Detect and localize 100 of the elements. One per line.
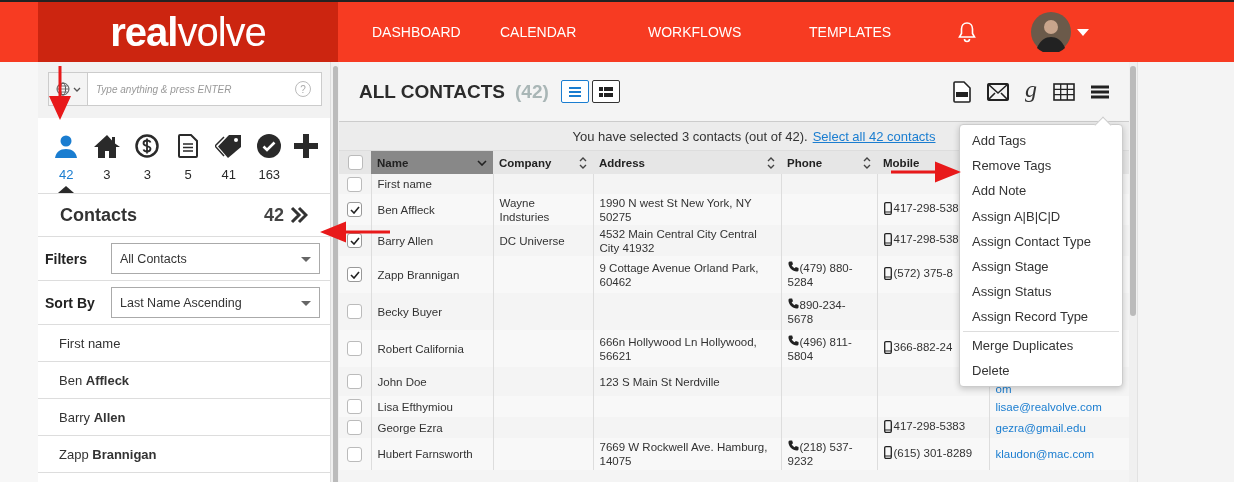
contact-list-item[interactable]: First name: [38, 325, 330, 362]
menu-icon[interactable]: [1091, 84, 1109, 99]
annotation-arrow: [49, 66, 71, 120]
avatar[interactable]: [1031, 12, 1071, 52]
mobile-phone-icon: [883, 340, 892, 354]
menu-item[interactable]: Assign Contact Type: [960, 228, 1122, 254]
row-checkbox[interactable]: [347, 267, 363, 283]
bell-icon[interactable]: [957, 21, 977, 43]
mobile-phone-icon: [883, 446, 892, 460]
entity-tab[interactable]: 5: [167, 134, 209, 193]
contact-list-item[interactable]: Ben Affleck: [38, 362, 330, 399]
chevron-icon: [72, 86, 81, 92]
nav-link[interactable]: DASHBOARD: [372, 24, 500, 40]
contact-list-item[interactable]: Barry Allen: [38, 399, 330, 436]
grid-icon[interactable]: [1053, 82, 1075, 101]
mobile-phone-icon: [883, 266, 892, 280]
nav-link[interactable]: CALENDAR: [500, 24, 648, 40]
cards-icon: [598, 86, 613, 97]
scrollbar[interactable]: [332, 66, 338, 482]
plus-icon[interactable]: [293, 134, 318, 158]
name-cell: Hubert Farnsworth: [377, 448, 473, 460]
table-row[interactable]: Hubert Farnsworth 7669 W Rockwell Ave. Hamburg, 14075 (218) 537-9232 (615) 301-8289 klaudon@mac.com: [339, 438, 1129, 470]
entity-tab[interactable]: 3: [86, 134, 128, 193]
entity-tab[interactable]: 163: [248, 134, 290, 193]
mobile-phone-icon: [883, 201, 892, 215]
name-cell: Zapp Brannigan: [377, 268, 460, 281]
section-title: Contacts: [60, 204, 138, 226]
nav-link[interactable]: WORKFLOWS: [648, 24, 809, 40]
menu-item[interactable]: Merge Duplicates: [960, 332, 1122, 358]
select-all-checkbox[interactable]: [347, 155, 363, 170]
name-cell: George Ezra: [377, 421, 443, 434]
selection-message: You have selected 3 contacts (out of 42).: [572, 128, 808, 144]
filters-label: Filters: [45, 250, 88, 267]
column-header[interactable]: Address: [593, 151, 781, 174]
phone-cell: 890-234-5678: [787, 298, 846, 325]
card-view-button[interactable]: [591, 80, 620, 103]
email-link[interactable]: gezra@gmail.edu: [995, 421, 1086, 434]
caret-icon[interactable]: [1077, 28, 1089, 36]
section-count: 42: [263, 204, 284, 226]
table-row[interactable]: George Ezra 417-298-5383 gezra@gmail.edu: [339, 417, 1129, 438]
sort-icon: [863, 156, 871, 169]
mobile-cell: 366-882-24: [883, 340, 953, 355]
row-checkbox[interactable]: [347, 374, 363, 390]
menu-item[interactable]: Assign Record Type: [960, 304, 1122, 330]
pdf-icon[interactable]: [953, 80, 971, 103]
address-cell: 4532 Main Central City Central City 41932: [599, 227, 757, 254]
entity-tab[interactable]: 3: [127, 134, 168, 193]
entity-tab[interactable]: 41: [208, 134, 249, 193]
name-cell: Lisa Efthymiou: [377, 400, 453, 413]
contact-list-item[interactable]: Zapp Brannigan: [38, 436, 330, 473]
row-checkbox[interactable]: [347, 176, 363, 192]
entity-tab[interactable]: 42: [46, 134, 87, 193]
chevron-down-icon: [477, 159, 487, 166]
mobile-cell: 417-298-538: [883, 232, 959, 247]
row-checkbox[interactable]: [347, 446, 363, 462]
address-cell: 123 S Main St Nerdville: [599, 375, 720, 388]
document-icon: [178, 134, 199, 158]
list-view-button[interactable]: [560, 80, 589, 103]
nav-link[interactable]: TEMPLATES: [809, 24, 949, 40]
google-button[interactable]: g: [1025, 76, 1037, 101]
phone-icon: [787, 297, 799, 309]
double-chevron-icon[interactable]: [290, 206, 308, 224]
table-row[interactable]: Lisa Efthymiou lisae@realvolve.com: [339, 396, 1129, 417]
logo[interactable]: realvolve: [110, 9, 266, 55]
mail-icon[interactable]: [987, 82, 1009, 101]
row-checkbox[interactable]: [347, 399, 363, 415]
page-title: ALL CONTACTS: [359, 80, 505, 103]
menu-item[interactable]: Add Tags: [960, 128, 1122, 154]
column-header[interactable]: Name: [371, 151, 493, 174]
address-cell: 1990 N west St New York, NY 50275: [599, 196, 752, 223]
phone-cell: (218) 537-9232: [787, 441, 853, 467]
check-circle-icon: [257, 134, 282, 158]
sort-label: Sort By: [45, 294, 96, 311]
company-cell: DC Universe: [499, 234, 565, 247]
email-link[interactable]: om: [995, 383, 1012, 395]
filter-dropdown[interactable]: All Contacts: [111, 243, 320, 274]
person-icon: [54, 134, 79, 158]
address-cell: 666n Hollywood Ln Hollywood, 56621: [599, 335, 757, 362]
company-cell: Wayne Indsturies: [499, 196, 550, 223]
dollar-icon: [135, 134, 160, 158]
address-cell: 7669 W Rockwell Ave. Hamburg, 14075: [599, 441, 768, 467]
sort-dropdown[interactable]: Last Name Ascending: [111, 287, 320, 318]
row-checkbox[interactable]: [347, 420, 363, 436]
email-link[interactable]: klaudon@mac.com: [995, 448, 1095, 460]
phone-icon: [787, 440, 799, 451]
column-header[interactable]: Company: [493, 151, 593, 174]
menu-item[interactable]: Assign Stage: [960, 253, 1122, 280]
address-cell: 9 Cottage Avenue Orland Park, 60462: [599, 261, 759, 288]
phone-icon: [787, 334, 799, 346]
row-checkbox[interactable]: [347, 341, 363, 357]
row-checkbox[interactable]: [347, 304, 363, 320]
list-icon: [568, 86, 581, 97]
row-checkbox[interactable]: [347, 202, 363, 218]
scrollbar[interactable]: [1130, 66, 1136, 316]
email-link[interactable]: lisae@realvolve.com: [995, 400, 1102, 413]
pointer-icon: [58, 186, 75, 193]
page-count: (42): [515, 80, 549, 103]
select-all-link[interactable]: Select all 42 contacts: [812, 128, 936, 144]
name-cell: Becky Buyer: [377, 305, 443, 318]
column-header[interactable]: Phone: [781, 151, 877, 174]
